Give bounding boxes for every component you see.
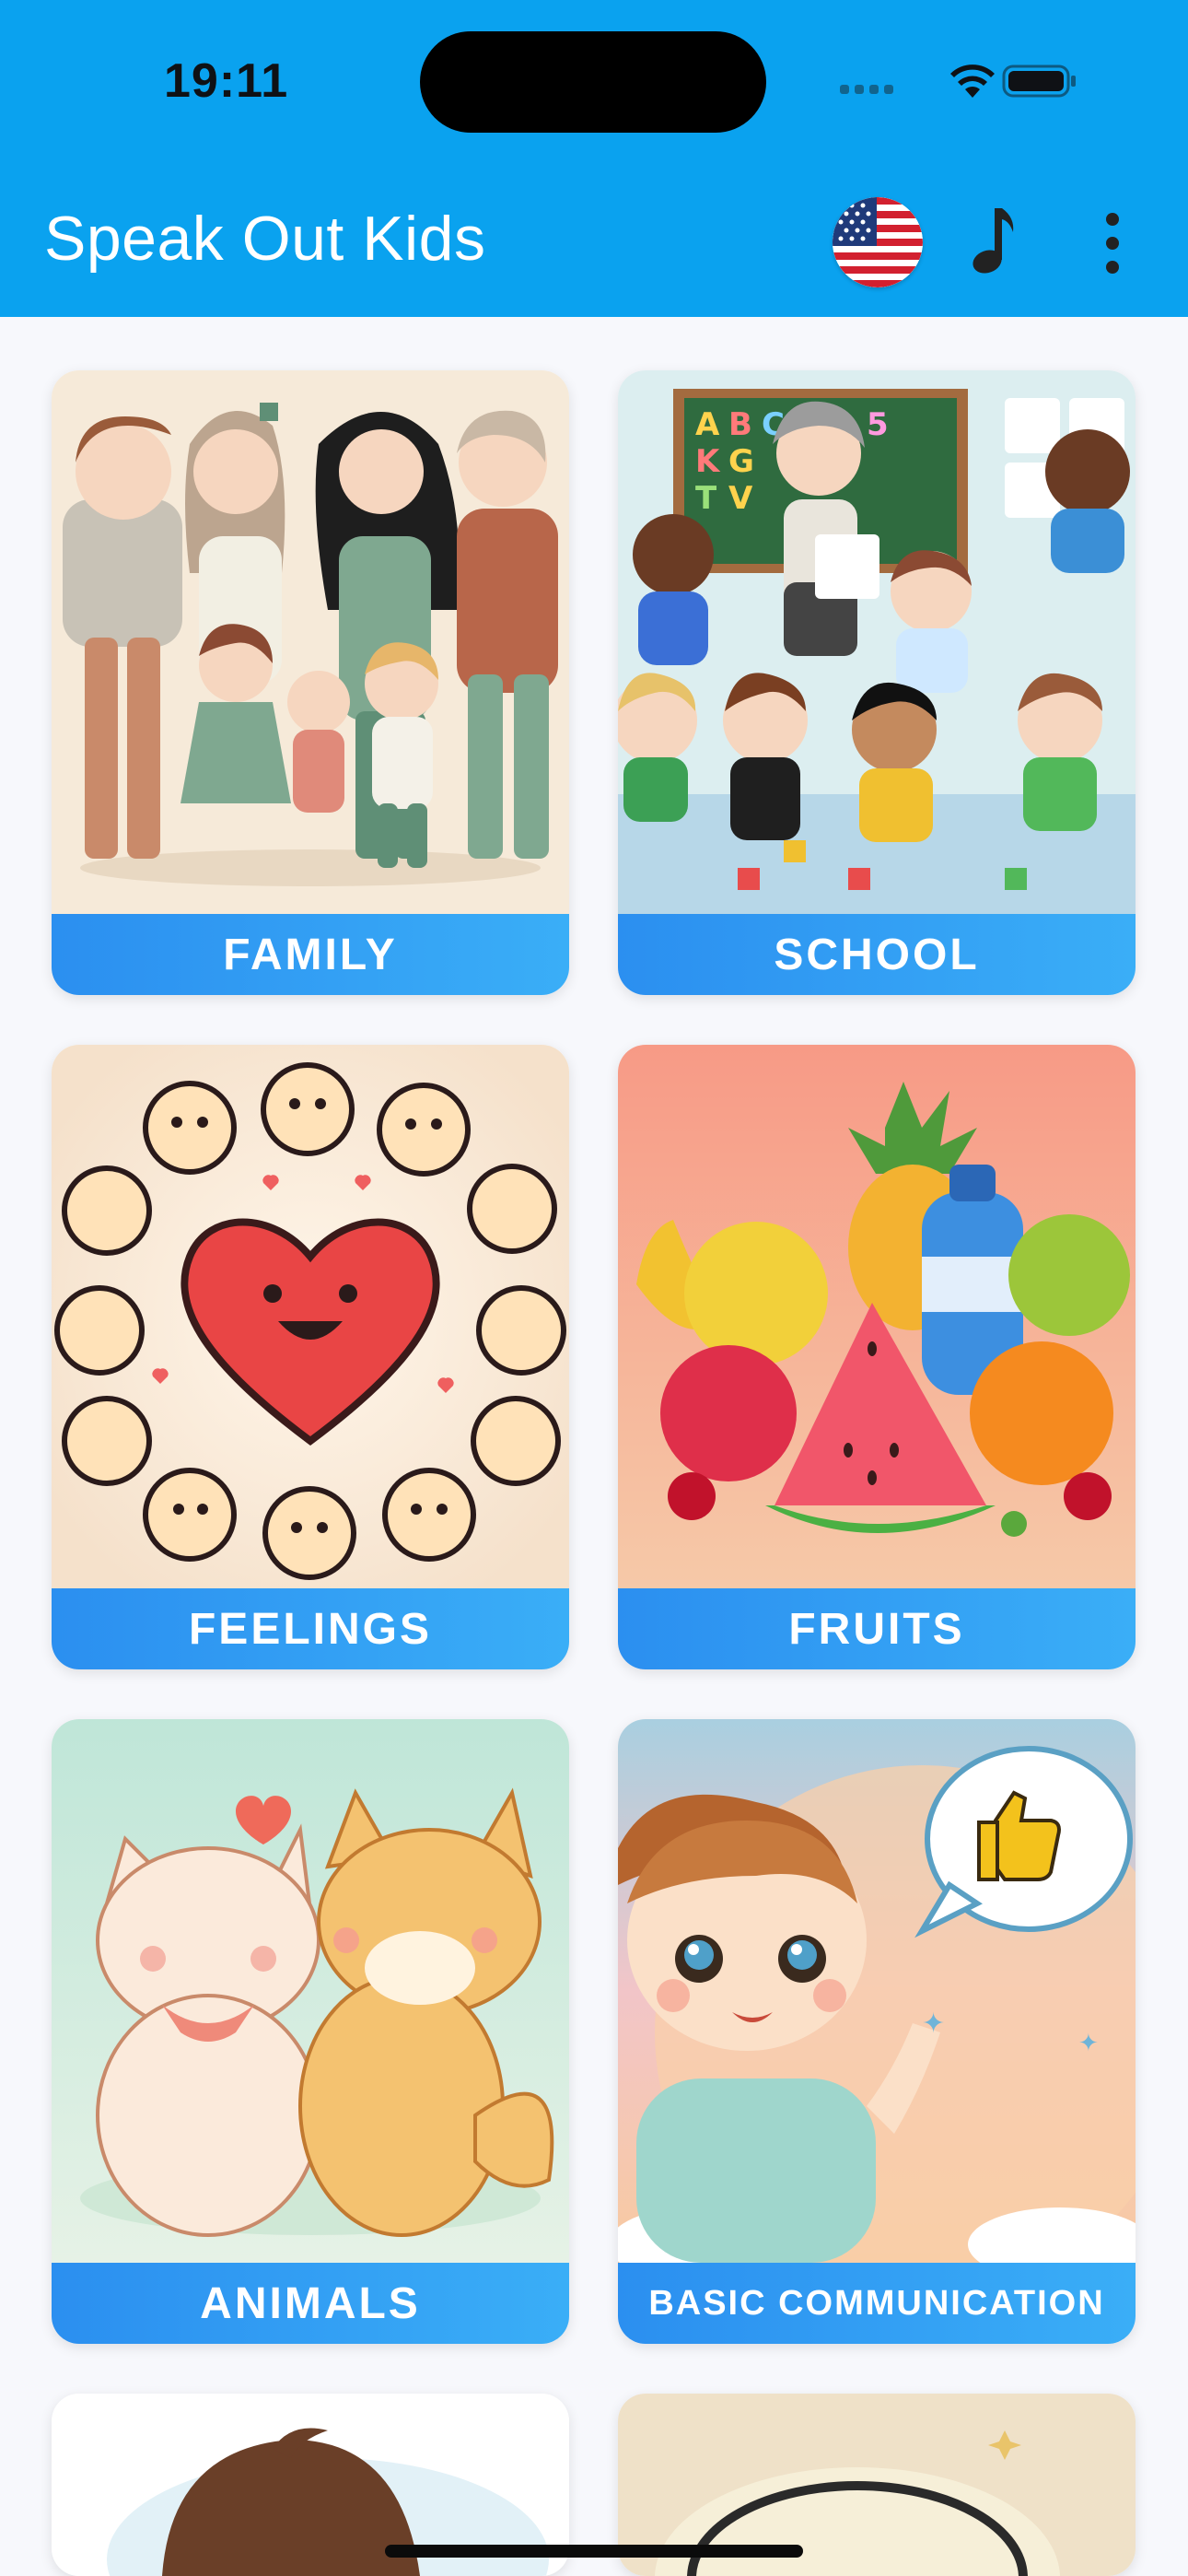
card-label: FRUITS [788,1604,965,1654]
svg-text:B: B [728,406,752,443]
card-label: FEELINGS [188,1604,433,1654]
card-label-bar: ANIMALS [52,2263,569,2344]
wifi-icon [950,64,995,98]
language-button[interactable] [833,197,923,287]
svg-text:A: A [695,406,720,443]
battery-icon [1002,64,1076,98]
school-illustration: AB C5 KG TV [618,370,1136,914]
status-icons [840,64,1076,98]
svg-text:V: V [728,480,753,517]
svg-text:✦: ✦ [922,2008,945,2040]
feelings-illustration [52,1045,569,1588]
fruits-illustration [618,1045,1136,1588]
svg-text:T: T [695,480,717,517]
category-card-animals[interactable]: ANIMALS [52,1719,569,2344]
cellular-signal-icon [840,85,893,94]
family-illustration [52,370,569,914]
category-card-school[interactable]: AB C5 KG TV SCHOOL [618,370,1136,995]
home-indicator [385,2545,803,2558]
svg-text:✦: ✦ [1078,2030,1099,2057]
more-vertical-icon[interactable] [1101,210,1124,276]
category-card-feelings[interactable]: FEELINGS [52,1045,569,1669]
card-label: ANIMALS [200,2278,421,2328]
svg-text:G: G [728,443,754,480]
svg-text:5: 5 [867,406,889,443]
card-label-bar: FEELINGS [52,1588,569,1669]
basic-communication-illustration: ✦ ✦ [618,1719,1136,2263]
app-title: Speak Out Kids [44,204,486,274]
card-label: SCHOOL [774,930,980,979]
animals-illustration [52,1719,569,2263]
card-label: FAMILY [223,930,398,979]
music-note-icon[interactable] [963,205,1019,278]
status-time: 19:11 [164,54,289,108]
card-label-bar: SCHOOL [618,914,1136,995]
category-card-fruits[interactable]: FRUITS [618,1045,1136,1669]
category-card-basic-communication[interactable]: ✦ ✦ BASIC COMMUNICATION [618,1719,1136,2344]
us-flag-icon [833,197,923,287]
svg-text:K: K [695,443,721,480]
category-card-family[interactable]: FAMILY [52,370,569,995]
card-label-bar: FAMILY [52,914,569,995]
card-label-bar: BASIC COMMUNICATION [618,2263,1136,2344]
card-label-bar: FRUITS [618,1588,1136,1669]
app-header: 19:11 Speak Out Kids [0,0,1188,317]
card-label: BASIC COMMUNICATION [648,2283,1105,2323]
dynamic-island [420,31,766,133]
